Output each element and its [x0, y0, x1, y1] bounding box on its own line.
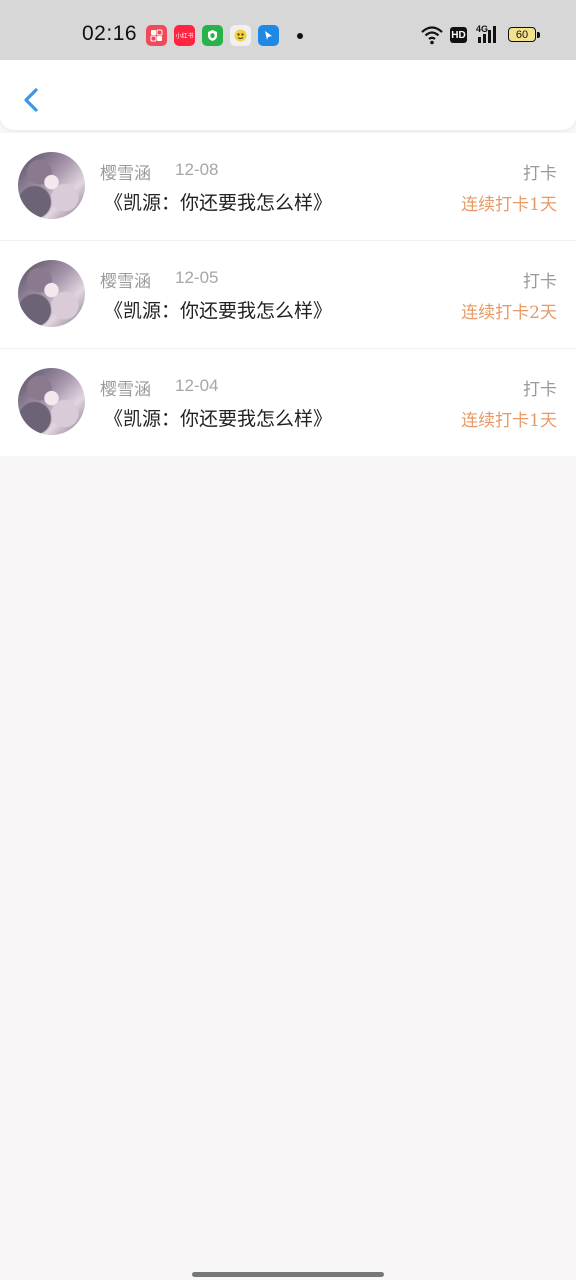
battery-tip [537, 32, 540, 38]
xiaohongshu-app-icon: 小红书 [174, 25, 195, 46]
top-nav-bar [0, 60, 576, 130]
xiaohongshu-label: 小红书 [175, 33, 194, 40]
list-item[interactable]: 樱雪涵 12-05 《凯源：你还要我怎么样》 打卡 连续打卡2天 [0, 240, 576, 348]
song-title: 《凯源：你还要我怎么样》 [104, 408, 333, 430]
checkin-date: 12-05 [175, 268, 219, 287]
streak-label: 连续打卡1天 [461, 411, 557, 431]
song-title: 《凯源：你还要我怎么样》 [104, 192, 333, 214]
avatar[interactable] [18, 368, 85, 435]
list-item[interactable]: 樱雪涵 12-08 《凯源：你还要我怎么样》 打卡 连续打卡1天 [0, 133, 576, 240]
checkin-label: 打卡 [523, 164, 557, 184]
face-app-icon [230, 25, 251, 46]
checkin-date: 12-04 [175, 376, 219, 395]
checkin-list: 樱雪涵 12-08 《凯源：你还要我怎么样》 打卡 连续打卡1天 樱雪涵 12-… [0, 133, 576, 456]
back-arrow-icon[interactable] [18, 82, 46, 118]
song-title: 《凯源：你还要我怎么样》 [104, 300, 333, 322]
user-name: 樱雪涵 [100, 272, 151, 292]
blue-app-icon [258, 25, 279, 46]
checkin-label: 打卡 [523, 380, 557, 400]
checkin-label: 打卡 [523, 272, 557, 292]
user-name: 樱雪涵 [100, 164, 151, 184]
hd-icon: HD [450, 27, 467, 43]
status-bar: 02:16 小红书 HD 4G 60 [0, 0, 576, 60]
home-indicator[interactable] [192, 1272, 384, 1277]
status-time: 02:16 [82, 22, 138, 45]
battery-level: 60 [515, 28, 529, 41]
gallery-app-icon [146, 25, 167, 46]
battery-icon: 60 [508, 27, 536, 42]
shield-app-icon [202, 25, 223, 46]
avatar[interactable] [18, 152, 85, 219]
wifi-icon [421, 26, 443, 45]
checkin-date: 12-08 [175, 160, 219, 179]
notification-dot-icon [297, 33, 303, 39]
streak-label: 连续打卡1天 [461, 195, 557, 215]
user-name: 樱雪涵 [100, 380, 151, 400]
streak-label: 连续打卡2天 [461, 303, 557, 323]
avatar[interactable] [18, 260, 85, 327]
list-item[interactable]: 樱雪涵 12-04 《凯源：你还要我怎么样》 打卡 连续打卡1天 [0, 348, 576, 456]
